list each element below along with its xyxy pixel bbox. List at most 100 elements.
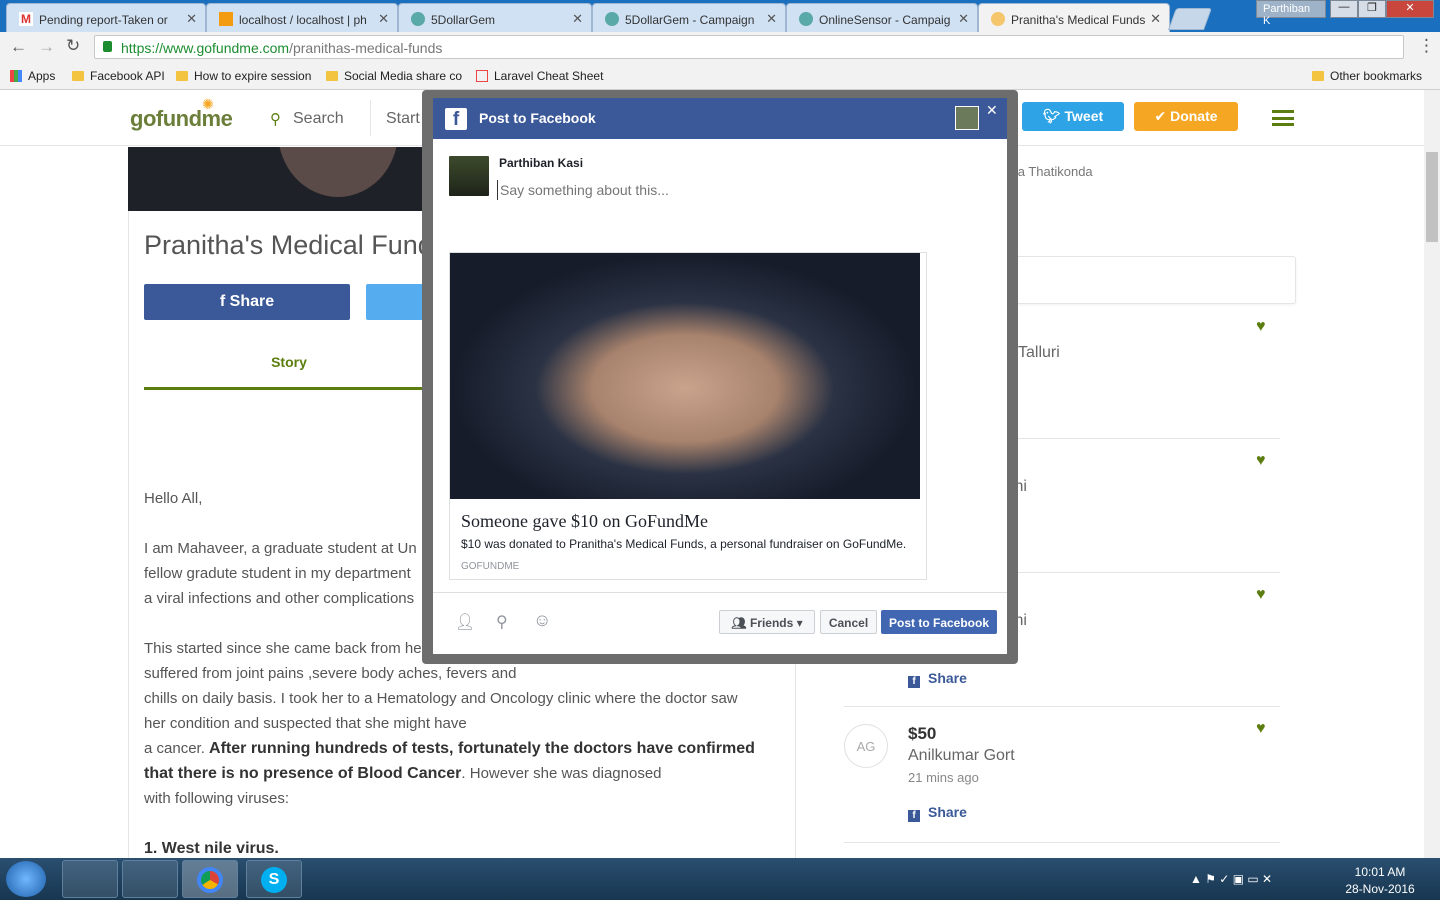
close-icon[interactable]: ✕	[958, 11, 969, 27]
clock-date: 28-Nov-2016	[1345, 882, 1415, 896]
emoji-icon[interactable]: ☺	[533, 610, 551, 631]
clock[interactable]: 10:01 AM 28-Nov-2016	[1340, 864, 1420, 898]
hamburger-menu-icon[interactable]	[1272, 110, 1294, 126]
bookmark-label: How to expire session	[194, 69, 312, 83]
bookmark-label: Apps	[28, 69, 56, 83]
logo-text: gofundme	[130, 106, 233, 131]
close-window-button[interactable]: ✕	[1386, 0, 1434, 18]
heart-icon[interactable]: ♥	[1256, 318, 1266, 336]
facebook-icon: f	[908, 810, 920, 822]
tab-title: OnlineSensor - Campaig	[819, 13, 951, 27]
minimize-button[interactable]: —	[1330, 0, 1358, 18]
close-icon[interactable]: ✕	[1150, 11, 1161, 27]
story-bold: After running hundreds of tests, fortuna…	[209, 740, 755, 757]
maximize-button[interactable]: ❐	[1358, 0, 1386, 18]
heart-icon[interactable]: ♥	[1256, 720, 1266, 738]
bookmark-other[interactable]: Other bookmarks	[1312, 69, 1422, 83]
facebook-share-button[interactable]: f Share	[144, 284, 350, 320]
bookmark-social-share[interactable]: Social Media share co	[326, 69, 464, 83]
tab-onlinesensor[interactable]: OnlineSensor - Campaig ✕	[786, 3, 978, 32]
tweet-label: Tweet	[1064, 108, 1104, 124]
gofundme-logo[interactable]: gofundme ✺	[130, 96, 233, 132]
close-icon[interactable]: ✕	[986, 102, 998, 119]
bookmark-facebook-api[interactable]: Facebook API	[72, 69, 165, 83]
tab-gmail[interactable]: M Pending report-Taken or ✕	[6, 3, 206, 32]
divider	[370, 100, 371, 136]
post-to-facebook-button[interactable]: Post to Facebook	[881, 610, 997, 634]
tab-title: Pending report-Taken or	[39, 13, 168, 27]
donation-share-link[interactable]: f Share	[908, 804, 967, 822]
bookmark-label: Other bookmarks	[1330, 69, 1423, 83]
recent-donations-header	[1004, 256, 1296, 304]
tab-title: localhost / localhost | ph	[239, 13, 367, 27]
start-orb-icon[interactable]	[6, 861, 46, 897]
location-pin-icon[interactable]: ⚲	[496, 612, 508, 632]
new-tab-button[interactable]	[1167, 8, 1213, 30]
tab-5dollargem[interactable]: 5DollarGem ✕	[398, 3, 592, 32]
twitter-share-button[interactable]	[366, 284, 426, 320]
forward-icon[interactable]: →	[38, 37, 55, 57]
chrome-icon[interactable]	[182, 860, 238, 898]
cancel-button[interactable]: Cancel	[820, 610, 877, 634]
story-line: suffered from joint pains ,severe body a…	[144, 665, 517, 682]
gofundme-icon	[991, 12, 1005, 26]
reload-icon[interactable]: ↻	[66, 36, 80, 56]
post-message-input[interactable]	[497, 180, 977, 200]
donation-share-link[interactable]: f Share	[908, 670, 967, 688]
system-tray[interactable]: ▲ ⚑ ✓ ▣ ▭ ✕	[1190, 872, 1310, 888]
close-icon[interactable]: ✕	[572, 11, 583, 27]
share-label: Share	[928, 804, 967, 820]
close-icon[interactable]: ✕	[378, 11, 389, 27]
menu-icon[interactable]: ⋮	[1418, 36, 1435, 56]
tag-friends-icon[interactable]: 👤︎	[455, 612, 475, 632]
laravel-icon	[476, 70, 488, 82]
tab-5dollargem-campaign[interactable]: 5DollarGem - Campaign ✕	[592, 3, 786, 32]
facebook-icon: f	[908, 676, 920, 688]
scrollbar-thumb[interactable]	[1426, 152, 1438, 242]
story-line: with following viruses:	[144, 790, 290, 807]
preview-image	[450, 253, 920, 499]
story-list-item: 1. West nile virus.	[144, 840, 279, 857]
address-bar[interactable]: https://www.gofundme.com/pranithas-medic…	[94, 35, 1404, 59]
story-bold: that there is no presence of Blood Cance…	[144, 765, 462, 782]
file-explorer-icon[interactable]	[122, 860, 178, 898]
clock-time: 10:01 AM	[1354, 865, 1406, 879]
tab-story[interactable]: Story	[144, 336, 434, 390]
url-path: /pranithas-medical-funds	[289, 40, 443, 56]
donor-name: Talluri	[1018, 344, 1060, 361]
user-avatar	[449, 156, 489, 196]
tab-title: 5DollarGem	[431, 13, 496, 27]
lock-icon	[103, 41, 112, 52]
sun-icon: ✺	[202, 96, 214, 112]
donate-button[interactable]: ✔ Donate	[1134, 102, 1238, 131]
donor-avatar: AG	[844, 724, 888, 768]
link-preview-card[interactable]: Someone gave $10 on GoFundMe $10 was don…	[449, 252, 927, 580]
tab-gofundme[interactable]: Pranitha's Medical Funds ✕	[978, 3, 1170, 32]
bookmarks-bar: Apps Facebook API How to expire session …	[0, 62, 1440, 90]
heart-icon[interactable]: ♥	[1256, 452, 1266, 470]
audience-selector[interactable]: 👥︎ Friends ▾	[719, 610, 815, 634]
back-icon[interactable]: ←	[10, 37, 27, 57]
folder-icon	[326, 71, 338, 81]
gmail-icon: M	[19, 12, 33, 26]
campaign-title: Pranitha's Medical Funds	[144, 230, 447, 260]
post-to-facebook-dialog: f Post to Facebook ✕ Parthiban Kasi Some…	[433, 98, 1007, 654]
profile-button[interactable]: Parthiban K	[1256, 0, 1326, 27]
skype-icon[interactable]: S	[246, 860, 302, 898]
search-link[interactable]: Search	[293, 110, 344, 128]
page-scrollbar[interactable]	[1424, 90, 1440, 858]
donate-label: Donate	[1170, 108, 1218, 124]
bookmark-laravel[interactable]: Laravel Cheat Sheet	[476, 69, 603, 83]
bookmark-expire-session[interactable]: How to expire session	[176, 69, 314, 83]
heart-icon[interactable]: ♥	[1256, 586, 1266, 604]
bookmark-apps[interactable]: Apps	[10, 69, 55, 83]
close-icon[interactable]: ✕	[186, 11, 197, 27]
tab-phpmyadmin[interactable]: localhost / localhost | ph ✕	[206, 3, 398, 32]
close-icon[interactable]: ✕	[766, 11, 777, 27]
twitter-icon: 🐦︎	[1042, 108, 1065, 124]
tweet-button[interactable]: 🐦︎ Tweet	[1022, 102, 1124, 131]
dialog-title: Post to Facebook	[479, 110, 596, 126]
virtualbox-icon[interactable]	[62, 860, 118, 898]
apps-grid-icon	[10, 70, 22, 82]
bookmark-label: Facebook API	[90, 69, 165, 83]
